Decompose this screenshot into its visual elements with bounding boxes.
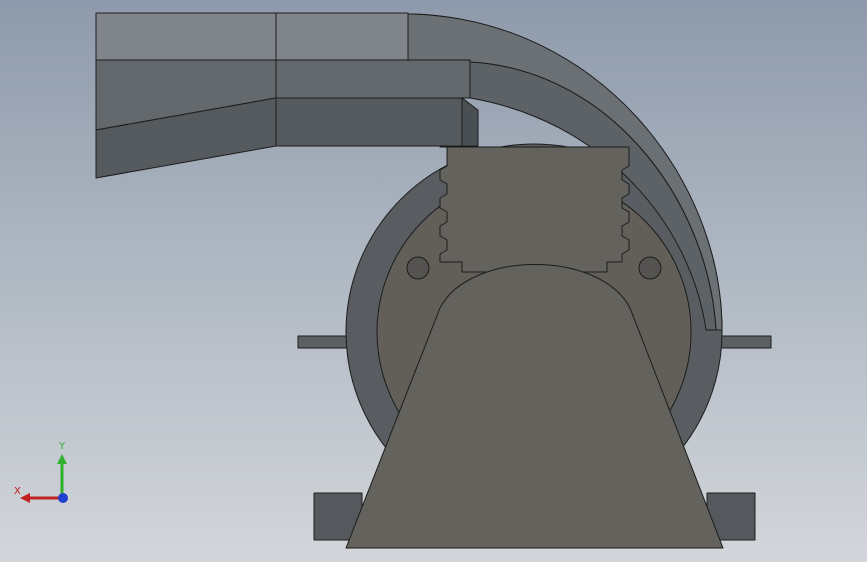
coordinate-triad: Y X [12, 440, 74, 510]
duct-end-face [461, 97, 479, 147]
graphics-viewport[interactable]: Y X [0, 0, 867, 562]
x-axis-arrow-head [20, 493, 30, 503]
y-axis-arrow-head [57, 454, 67, 464]
y-axis-label: Y [59, 441, 66, 452]
fan-model-view[interactable] [0, 0, 867, 562]
top-bracket-block [439, 146, 630, 273]
z-axis-dot [58, 493, 68, 503]
left-mounting-hole [406, 256, 430, 280]
duct-top-face [95, 12, 409, 61]
x-axis-label: X [14, 486, 21, 497]
right-mounting-hole [638, 256, 662, 280]
triad-plane [34, 470, 62, 498]
